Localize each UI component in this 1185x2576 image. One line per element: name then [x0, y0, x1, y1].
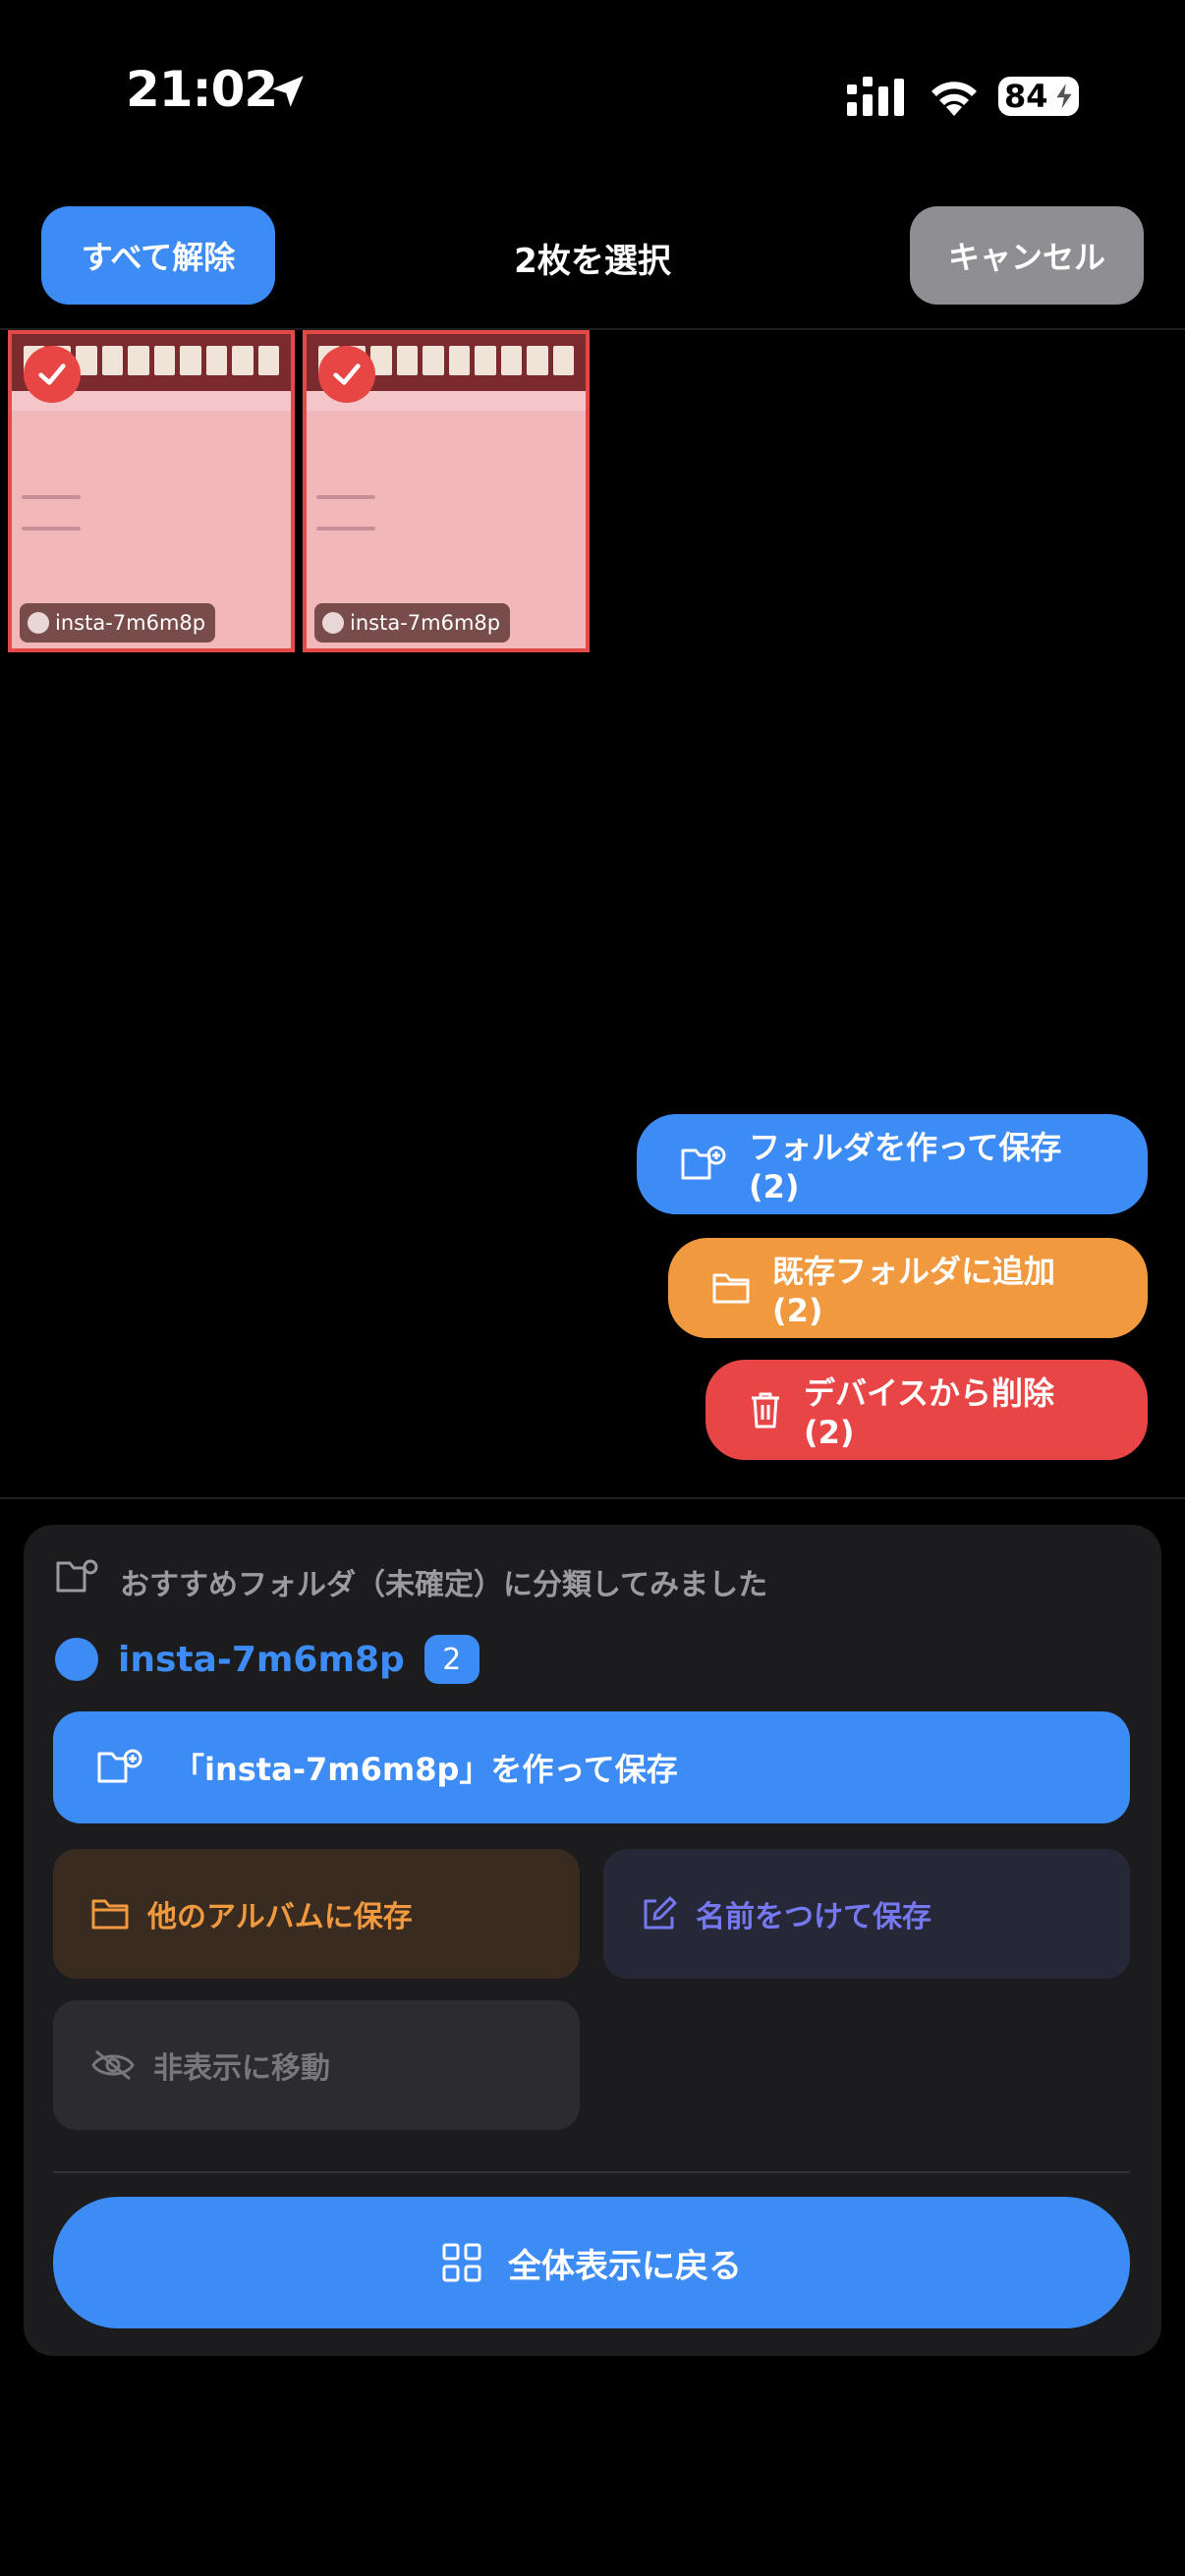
person-tag: insta-7m6m8p [20, 603, 216, 643]
person-avatar-icon [55, 1638, 98, 1681]
trash-icon [752, 1392, 779, 1428]
delete-from-device-button[interactable]: デバイスから削除 (2) [705, 1360, 1148, 1460]
save-with-name-button[interactable]: 名前をつけて保存 [603, 1849, 1130, 1979]
add-existing-label: 既存フォルダに追加 (2) [772, 1253, 1056, 1329]
panel-divider [53, 2171, 1130, 2173]
person-icon [28, 612, 49, 634]
move-to-hidden-button[interactable]: 非表示に移動 [53, 2000, 580, 2130]
create-folder-label: フォルダを作って保存 (2) [749, 1129, 1062, 1205]
suggestion-panel: おすすめフォルダ（未確定）に分類してみました insta-7m6m8p 2 「i… [24, 1525, 1161, 2356]
edit-icon [644, 1896, 677, 1930]
battery-level: 84 [1004, 78, 1048, 115]
save-with-name-label: 名前をつけて保存 [696, 1900, 931, 1934]
status-time: 21:02 [126, 61, 278, 118]
photo-count-badge: 2 [423, 1635, 480, 1684]
selected-check-icon [318, 346, 375, 403]
person-tag-label: insta-7m6m8p [55, 611, 206, 635]
folder-icon [91, 1899, 129, 1930]
battery-indicator: 84 [998, 77, 1079, 116]
person-icon [322, 612, 344, 634]
wifi-icon [931, 82, 977, 116]
folder-icon [712, 1273, 750, 1304]
photo-thumbnail[interactable]: insta-7m6m8p [8, 330, 295, 652]
back-to-all-button[interactable]: 全体表示に戻る [53, 2197, 1130, 2328]
other-album-label: 他のアルバムに保存 [147, 1900, 413, 1934]
create-named-folder-label: 「insta-7m6m8p」を作って保存 [173, 1751, 678, 1788]
grid-icon [442, 2243, 481, 2282]
back-to-all-label: 全体表示に戻る [508, 2246, 742, 2286]
section-divider [0, 1497, 1185, 1499]
suggested-person: insta-7m6m8p 2 [55, 1635, 480, 1684]
create-named-folder-button[interactable]: 「insta-7m6m8p」を作って保存 [53, 1711, 1130, 1823]
suggestion-title: おすすめフォルダ（未確定）に分類してみました [120, 1568, 768, 1602]
folder-settings-icon [56, 1559, 98, 1593]
move-to-hidden-label: 非表示に移動 [153, 2051, 330, 2086]
person-tag: insta-7m6m8p [314, 603, 511, 643]
screen: 21:02 84 すべて解除 2枚を選択 キャンセル insta-7m6m8p … [0, 0, 1185, 2576]
folder-plus-icon [681, 1146, 726, 1180]
person-name: insta-7m6m8p [118, 1639, 405, 1680]
photo-thumbnail[interactable]: insta-7m6m8p [303, 330, 590, 652]
folder-plus-icon [97, 1749, 142, 1783]
create-folder-and-save-button[interactable]: フォルダを作って保存 (2) [637, 1114, 1148, 1214]
person-tag-label: insta-7m6m8p [350, 611, 501, 635]
cancel-button[interactable]: キャンセル [910, 206, 1144, 305]
add-to-existing-folder-button[interactable]: 既存フォルダに追加 (2) [668, 1238, 1148, 1338]
delete-device-label: デバイスから削除 (2) [804, 1374, 1055, 1451]
location-arrow-icon [272, 76, 304, 107]
charging-bolt-icon [1053, 81, 1075, 112]
selected-check-icon [24, 346, 81, 403]
save-to-other-album-button[interactable]: 他のアルバムに保存 [53, 1849, 580, 1979]
cellular-signal-icon [847, 77, 904, 116]
eye-slash-icon [91, 2049, 135, 2081]
